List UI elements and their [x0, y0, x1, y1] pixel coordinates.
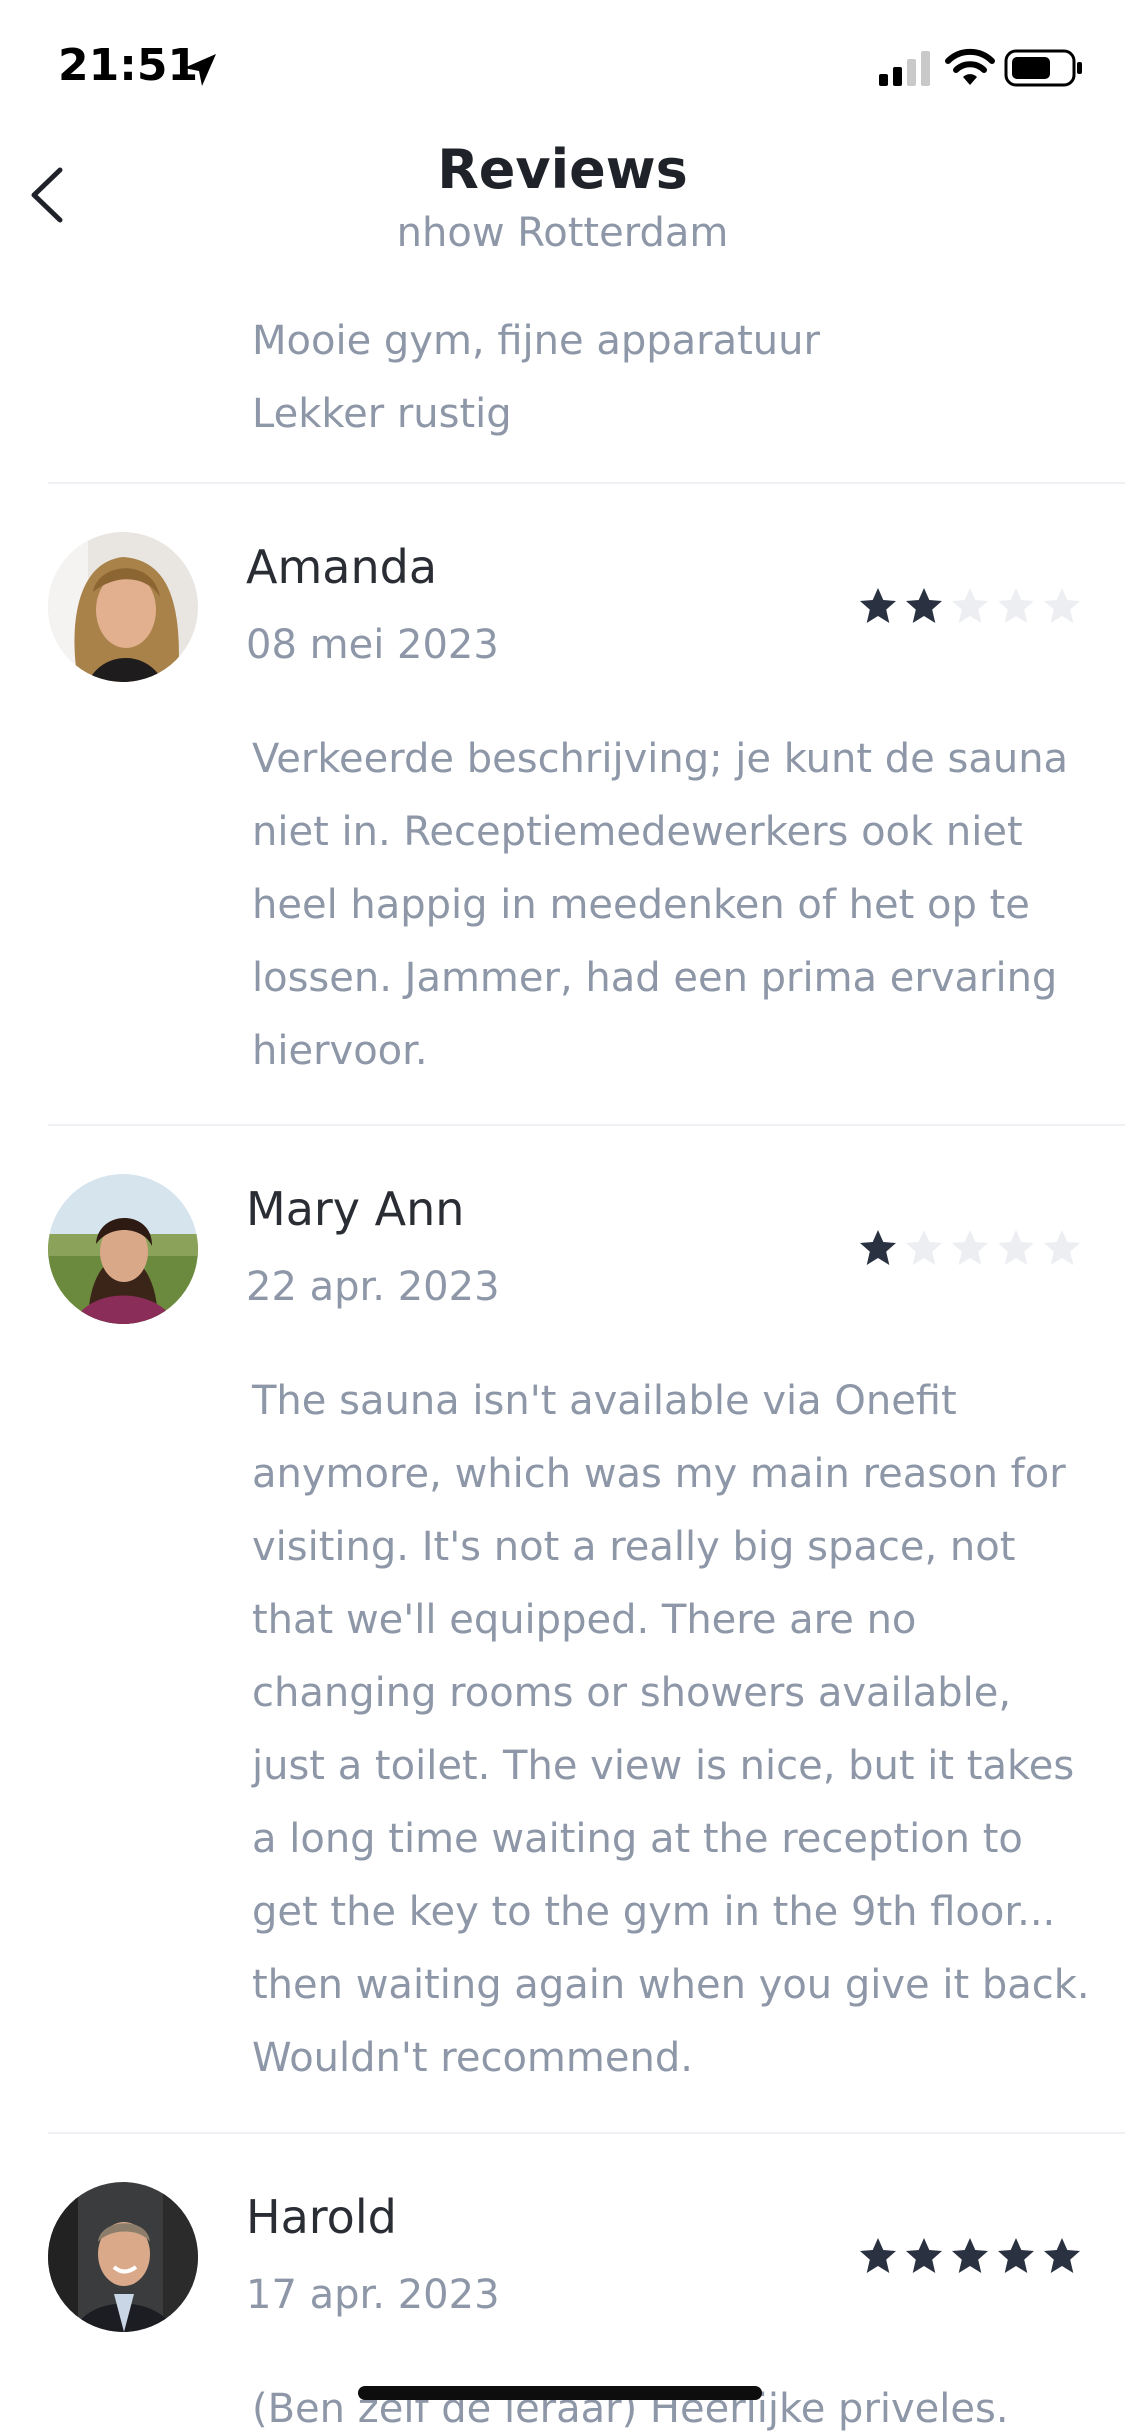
review-date: 22 apr. 2023 — [246, 1264, 500, 1310]
page-subtitle: nhow Rotterdam — [396, 210, 729, 256]
location-arrow-icon — [184, 54, 216, 86]
review-date: 17 apr. 2023 — [246, 2272, 500, 2318]
reviews-screen: 21:51 Reviews nhow Rotterdam Mooie gym, … — [0, 0, 1125, 2436]
signal-icon — [879, 51, 930, 86]
battery-icon — [1004, 49, 1082, 87]
star-filled-icon — [906, 588, 942, 623]
reviewer-name: Mary Ann — [246, 1182, 465, 1236]
star-filled-icon — [906, 2238, 942, 2273]
star-rating — [858, 586, 1082, 626]
star-filled-icon — [1044, 2238, 1080, 2273]
previous-review-text: Mooie gym, fijne apparatuur Lekker rusti… — [252, 305, 1072, 451]
reviewer-name: Amanda — [246, 540, 438, 594]
star-rating — [858, 2236, 1082, 2276]
star-filled-icon — [998, 2238, 1034, 2273]
divider — [48, 2132, 1125, 2134]
review-text: Verkeerde beschrijving; je kunt de sauna… — [252, 736, 1069, 1074]
home-indicator[interactable] — [358, 2386, 762, 2400]
star-empty-icon — [952, 588, 988, 623]
avatar — [48, 532, 198, 682]
review-text: The sauna isn't available via Onefit any… — [252, 1378, 1090, 2081]
star-empty-icon — [906, 1230, 942, 1265]
reviewer-name: Harold — [246, 2190, 397, 2244]
star-empty-icon — [998, 1230, 1034, 1265]
star-filled-icon — [860, 1230, 896, 1265]
review-date: 08 mei 2023 — [246, 622, 499, 668]
star-filled-icon — [860, 588, 896, 623]
avatar — [48, 2182, 198, 2332]
review-text: (Ben zelf de leraar) Heerlijke priveles. — [252, 2386, 1009, 2432]
star-empty-icon — [1044, 1230, 1080, 1265]
star-empty-icon — [1044, 588, 1080, 623]
page-title: Reviews — [437, 138, 688, 201]
star-filled-icon — [952, 2238, 988, 2273]
star-rating — [858, 1228, 1082, 1268]
previous-review-line: Mooie gym, fijne apparatuur — [252, 318, 820, 364]
star-empty-icon — [998, 588, 1034, 623]
previous-review-line: Lekker rustig — [252, 391, 512, 437]
status-time: 21:51 — [58, 40, 199, 91]
divider — [48, 482, 1125, 484]
wifi-icon — [945, 48, 995, 85]
star-empty-icon — [952, 1230, 988, 1265]
divider — [48, 1124, 1125, 1126]
star-filled-icon — [860, 2238, 896, 2273]
avatar — [48, 1174, 198, 1324]
